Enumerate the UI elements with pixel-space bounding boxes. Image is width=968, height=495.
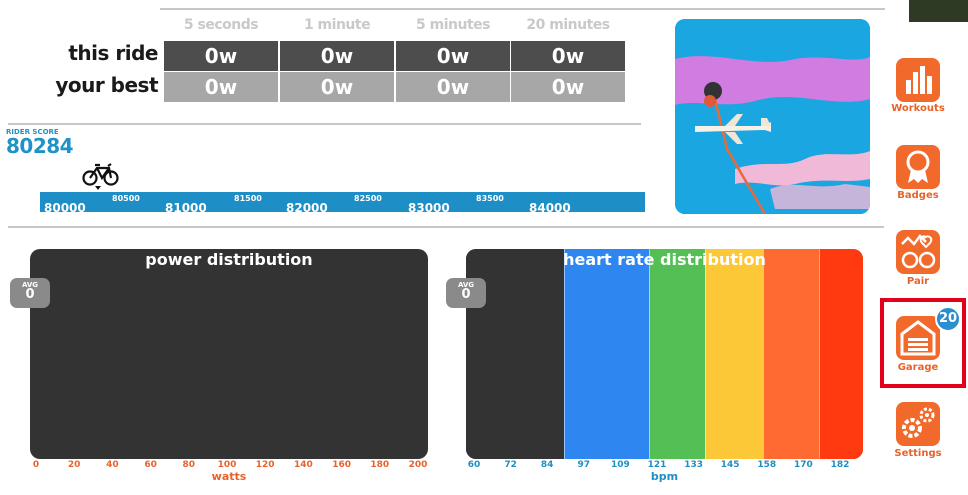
hr-zone-band <box>649 249 705 459</box>
power-axis-tick: 80 <box>182 460 196 470</box>
hr-axis-tick: 170 <box>793 460 813 470</box>
window-corner <box>909 0 968 22</box>
hr-zone-band <box>705 249 763 459</box>
skydiver-plane-illustration <box>675 19 870 214</box>
power-axis-tick: 20 <box>67 460 81 470</box>
badges-button[interactable] <box>896 145 940 189</box>
cell-this-ride-5m: 0w <box>396 41 510 71</box>
hr-zone-band <box>564 249 649 459</box>
divider-lower <box>8 226 884 228</box>
score-tick-minor: 80500 <box>112 194 140 203</box>
col-head-5m: 5 minutes <box>416 17 490 33</box>
score-tick-minor: 81500 <box>234 194 262 203</box>
hr-axis-tick: 133 <box>684 460 703 470</box>
workouts-button[interactable] <box>896 58 940 102</box>
cell-this-ride-20m: 0w <box>511 41 625 71</box>
hr-avg-value: 0 <box>461 287 471 302</box>
garage-button[interactable] <box>896 316 940 360</box>
sidebar-item-settings[interactable]: Settings <box>880 448 956 459</box>
hr-distribution-title: heart rate distribution <box>563 250 766 269</box>
hr-axis-tick: 72 <box>504 460 517 470</box>
power-distribution-chart <box>30 249 428 459</box>
power-axis-label: watts <box>211 470 247 483</box>
sidebar-item-badges[interactable]: Badges <box>880 190 956 201</box>
power-axis-tick: 120 <box>255 460 275 470</box>
gears-icon <box>902 407 935 438</box>
hr-axis-tick: 60 <box>467 460 481 470</box>
rider-score-value: 80284 <box>6 134 74 158</box>
hr-axis-tick: 182 <box>830 460 850 470</box>
hr-axis-tick: 158 <box>757 460 777 470</box>
hr-axis-tick: 97 <box>577 460 591 470</box>
power-axis-tick: 40 <box>106 460 119 470</box>
score-tick: 80000 <box>44 201 86 215</box>
hr-axis-tick: 121 <box>647 460 667 470</box>
col-head-1m: 1 minute <box>303 17 371 33</box>
power-axis-tick: 0 <box>32 460 40 470</box>
score-tick: 84000 <box>529 201 571 215</box>
cell-your-best-20m: 0w <box>511 72 625 102</box>
cell-this-ride-1m: 0w <box>280 41 394 71</box>
power-avg-badge: AVG 0 <box>10 278 50 308</box>
ribbon-badge-icon <box>906 150 930 183</box>
divider-mid <box>8 123 641 125</box>
power-axis-tick: 60 <box>144 460 157 470</box>
garage-icon <box>900 320 936 356</box>
score-tick-minor: 83500 <box>476 194 504 203</box>
power-axis-tick: 200 <box>408 460 428 470</box>
bicycle-icon <box>82 163 119 190</box>
col-head-5s: 5 seconds <box>183 17 259 33</box>
sidebar-item-garage[interactable]: Garage <box>880 362 956 373</box>
hr-avg-badge: AVG 0 <box>446 278 486 308</box>
power-axis-tick: 140 <box>293 460 313 470</box>
col-head-20m: 20 minutes <box>526 17 610 33</box>
hr-zone-band <box>819 249 863 459</box>
score-tick: 83000 <box>408 201 450 215</box>
hr-zone-band <box>763 249 819 459</box>
bar-chart-icon <box>906 66 932 94</box>
cell-your-best-5s: 0w <box>164 72 278 102</box>
garage-notification-badge: 20 <box>935 306 961 332</box>
settings-button[interactable] <box>896 402 940 446</box>
hr-axis-tick: 109 <box>610 460 630 470</box>
score-tick-minor: 82500 <box>354 194 382 203</box>
cell-this-ride-5s: 0w <box>164 41 278 71</box>
row-label-your-best: your best <box>55 73 158 97</box>
pair-button[interactable] <box>896 230 940 274</box>
hr-axis-label: bpm <box>650 470 679 483</box>
score-tick: 81000 <box>165 201 207 215</box>
power-axis-tick: 100 <box>217 460 237 470</box>
pair-sensors-icon <box>901 234 936 269</box>
row-label-this-ride: this ride <box>68 41 158 65</box>
sidebar-item-workouts[interactable]: Workouts <box>880 103 956 114</box>
hr-distribution-chart <box>466 249 863 459</box>
hr-axis-tick: 84 <box>540 460 554 470</box>
power-axis-tick: 180 <box>370 460 390 470</box>
power-distribution-title: power distribution <box>145 250 313 269</box>
divider-top <box>160 8 885 10</box>
power-axis-tick: 160 <box>332 460 351 470</box>
cell-your-best-1m: 0w <box>280 72 394 102</box>
cell-your-best-5m: 0w <box>396 72 510 102</box>
score-tick: 82000 <box>286 201 328 215</box>
hr-axis-tick: 145 <box>720 460 740 470</box>
sidebar-item-pair[interactable]: Pair <box>880 276 956 287</box>
power-avg-value: 0 <box>25 287 35 302</box>
